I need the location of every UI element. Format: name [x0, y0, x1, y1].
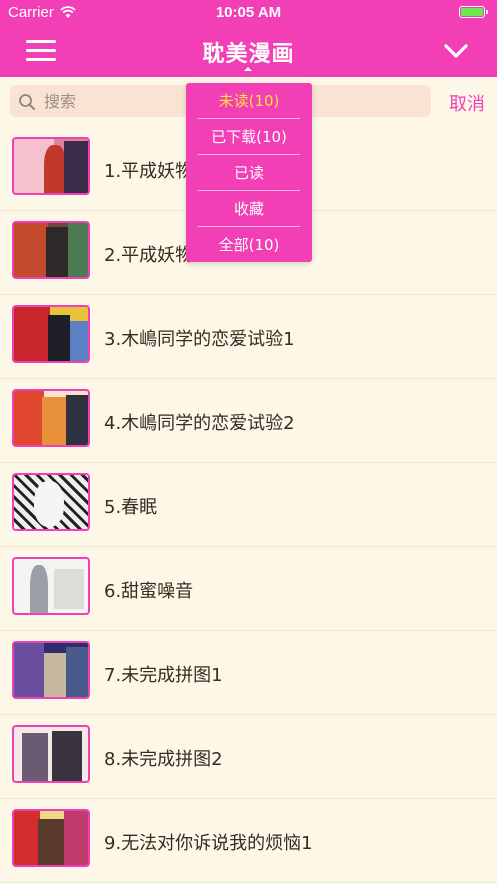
list-item-title: 3.木嶋同学的恋爱试验1 [104, 329, 295, 350]
status-time: 10:05 AM [215, 4, 282, 21]
list-item-title: 7.未完成拼图1 [104, 665, 223, 686]
battery-icon [459, 6, 488, 18]
comic-cover [12, 809, 90, 867]
list-item[interactable]: 4.木嶋同学的恋爱试验2 [0, 379, 497, 463]
comic-cover [12, 389, 90, 447]
list-item[interactable]: 7.未完成拼图1 [0, 631, 497, 715]
list-item-title: 6.甜蜜噪音 [104, 581, 194, 602]
list-item-title: 2.平成妖物 [104, 245, 194, 266]
comic-cover [12, 137, 90, 195]
status-bar: Carrier 10:05 AM [0, 0, 497, 26]
list-item[interactable]: 8.未完成拼图2 [0, 715, 497, 799]
chevron-down-icon[interactable] [443, 40, 469, 62]
page-title: 耽美漫画 [202, 42, 295, 67]
list-item[interactable]: 9.无法对你诉说我的烦恼1 [0, 799, 497, 883]
list-item[interactable]: 5.春眠 [0, 463, 497, 547]
list-item[interactable]: 6.甜蜜噪音 [0, 547, 497, 631]
comic-cover [12, 557, 90, 615]
list-item-title: 1.平成妖物 [104, 161, 194, 182]
cancel-button[interactable]: 取消 [449, 90, 485, 116]
search-icon [19, 94, 35, 110]
list-item-title: 9.无法对你诉说我的烦恼1 [104, 833, 313, 854]
comic-cover [12, 473, 90, 531]
filter-favorites[interactable]: 收藏 [186, 191, 312, 227]
filter-dropdown-menu: 未读(10) 已下载(10) 已读 收藏 全部(10) [186, 83, 312, 262]
filter-all[interactable]: 全部(10) [186, 227, 312, 263]
comic-cover [12, 305, 90, 363]
app-screen: Carrier 10:05 AM 耽美漫画 取消 [0, 0, 497, 883]
list-item[interactable]: 3.木嶋同学的恋爱试验1 [0, 295, 497, 379]
comic-cover [12, 641, 90, 699]
list-item-title: 8.未完成拼图2 [104, 749, 223, 770]
list-item-title: 4.木嶋同学的恋爱试验2 [104, 413, 295, 434]
filter-downloaded[interactable]: 已下载(10) [186, 119, 312, 155]
comic-cover [12, 725, 90, 783]
filter-unread[interactable]: 未读(10) [186, 83, 312, 119]
comic-cover [12, 221, 90, 279]
filter-read[interactable]: 已读 [186, 155, 312, 191]
dropdown-pointer [241, 65, 255, 72]
list-item-title: 5.春眠 [104, 497, 158, 518]
